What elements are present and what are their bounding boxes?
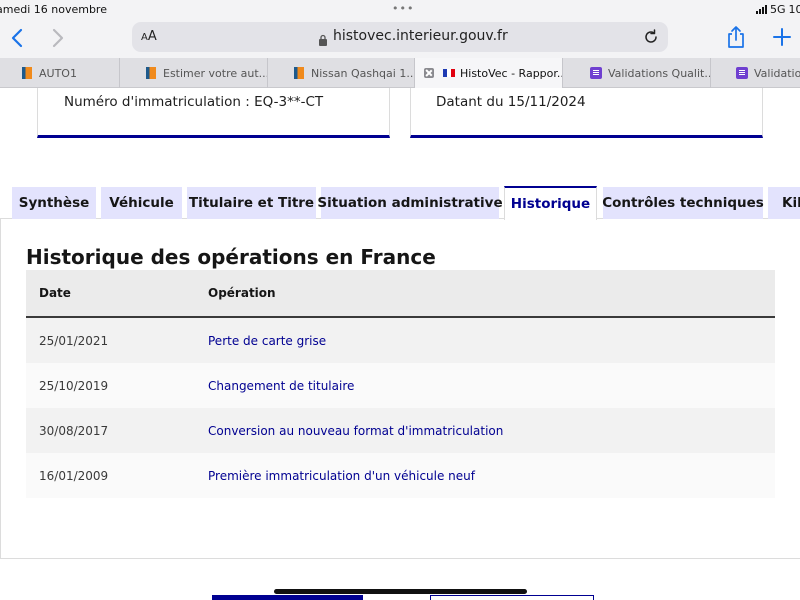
browser-tab-histovec[interactable]: HistoVec - Rappor... xyxy=(415,58,563,88)
report-date-card: Datant du 15/11/2024 xyxy=(410,88,763,138)
battery-level: 10 xyxy=(788,3,800,16)
history-table: Date Opération 25/01/2021 Perte de carte… xyxy=(26,270,775,498)
row-date: 25/10/2019 xyxy=(39,379,109,393)
browser-toolbar: AA histovec.interieur.gouv.fr xyxy=(0,20,800,58)
status-bar: amedi 16 novembre ••• 5G 10 xyxy=(0,0,800,20)
row-date: 16/01/2009 xyxy=(39,469,109,483)
column-header-operation: Opération xyxy=(208,286,276,300)
browser-tab-label: Validations Qualit... xyxy=(608,66,711,80)
forward-icon[interactable] xyxy=(48,26,68,50)
report-tabs: Synthèse Véhicule Titulaire et Titre Sit… xyxy=(0,186,800,220)
browser-tab-validation[interactable]: Validation xyxy=(711,58,800,88)
row-operation: Changement de titulaire xyxy=(208,379,355,393)
primary-action-button[interactable] xyxy=(212,595,363,600)
browser-tabs-bar: AUTO1 Estimer votre aut... Nissan Qashqa… xyxy=(0,58,800,88)
tab-situation-administrative[interactable]: Situation administrative xyxy=(317,187,503,219)
address-bar[interactable]: AA histovec.interieur.gouv.fr xyxy=(132,22,668,52)
tab-vehicule[interactable]: Véhicule xyxy=(101,187,182,219)
url-text: histovec.interieur.gouv.fr xyxy=(333,28,508,44)
back-icon[interactable] xyxy=(7,26,27,50)
tab-historique[interactable]: Historique xyxy=(504,186,597,220)
tab-controles-techniques[interactable]: Contrôles techniques xyxy=(602,187,764,219)
tab-synthese[interactable]: Synthèse xyxy=(12,187,96,219)
status-date: amedi 16 novembre xyxy=(0,3,107,16)
table-row: 16/01/2009 Première immatriculation d'un… xyxy=(26,453,775,498)
share-icon[interactable] xyxy=(726,25,746,49)
tab-kilometrage[interactable]: Kil xyxy=(768,187,800,219)
browser-tab-label: HistoVec - Rappor... xyxy=(460,66,563,80)
registration-number: Numéro d'immatriculation : EQ-3**-CT xyxy=(64,94,324,110)
tab-titulaire[interactable]: Titulaire et Titre xyxy=(187,187,316,219)
browser-tab-nissan[interactable]: Nissan Qashqai 1.... xyxy=(268,58,415,88)
table-body: 25/01/2021 Perte de carte grise 25/10/20… xyxy=(26,318,775,498)
row-date: 30/08/2017 xyxy=(39,424,109,438)
cellular-signal-icon xyxy=(756,5,767,14)
close-tab-icon[interactable] xyxy=(424,68,434,78)
new-tab-icon[interactable] xyxy=(772,27,792,47)
screen: amedi 16 novembre ••• 5G 10 AA histovec.… xyxy=(0,0,800,600)
row-date: 25/01/2021 xyxy=(39,334,109,348)
french-flag-icon xyxy=(443,69,455,77)
row-operation: Première immatriculation d'un véhicule n… xyxy=(208,469,475,483)
browser-tab-label: Estimer votre aut... xyxy=(163,66,268,80)
text-size-button[interactable]: AA xyxy=(141,29,157,44)
lock-icon xyxy=(318,31,328,46)
status-indicators: 5G 10 xyxy=(756,3,800,16)
table-header: Date Opération xyxy=(26,270,775,318)
secondary-action-button[interactable] xyxy=(430,595,594,600)
browser-tab-label: Validation xyxy=(754,66,800,80)
browser-tab-validations[interactable]: Validations Qualit... xyxy=(563,58,711,88)
browser-tab-label: Nissan Qashqai 1.... xyxy=(311,66,415,80)
network-type: 5G xyxy=(770,3,786,16)
table-row: 25/01/2021 Perte de carte grise xyxy=(26,318,775,363)
page-title: Historique des opérations en France xyxy=(26,245,436,269)
table-row: 25/10/2019 Changement de titulaire xyxy=(26,363,775,408)
multitasking-dots-icon[interactable]: ••• xyxy=(392,2,414,15)
registration-card: Numéro d'immatriculation : EQ-3**-CT xyxy=(37,88,390,138)
reload-icon[interactable] xyxy=(642,28,660,46)
browser-tab-auto1[interactable]: AUTO1 xyxy=(0,58,120,88)
row-operation: Perte de carte grise xyxy=(208,334,327,348)
browser-tab-label: AUTO1 xyxy=(39,66,77,80)
column-header-date: Date xyxy=(39,286,71,300)
auto1-logo-icon xyxy=(22,67,32,79)
report-date: Datant du 15/11/2024 xyxy=(436,94,586,110)
list-icon xyxy=(736,67,748,79)
auto1-logo-icon xyxy=(146,67,156,79)
list-icon xyxy=(590,67,602,79)
row-operation: Conversion au nouveau format d'immatricu… xyxy=(208,424,504,438)
home-indicator[interactable] xyxy=(274,589,527,594)
table-row: 30/08/2017 Conversion au nouveau format … xyxy=(26,408,775,453)
auto1-logo-icon xyxy=(294,67,304,79)
browser-tab-estimer[interactable]: Estimer votre aut... xyxy=(120,58,268,88)
